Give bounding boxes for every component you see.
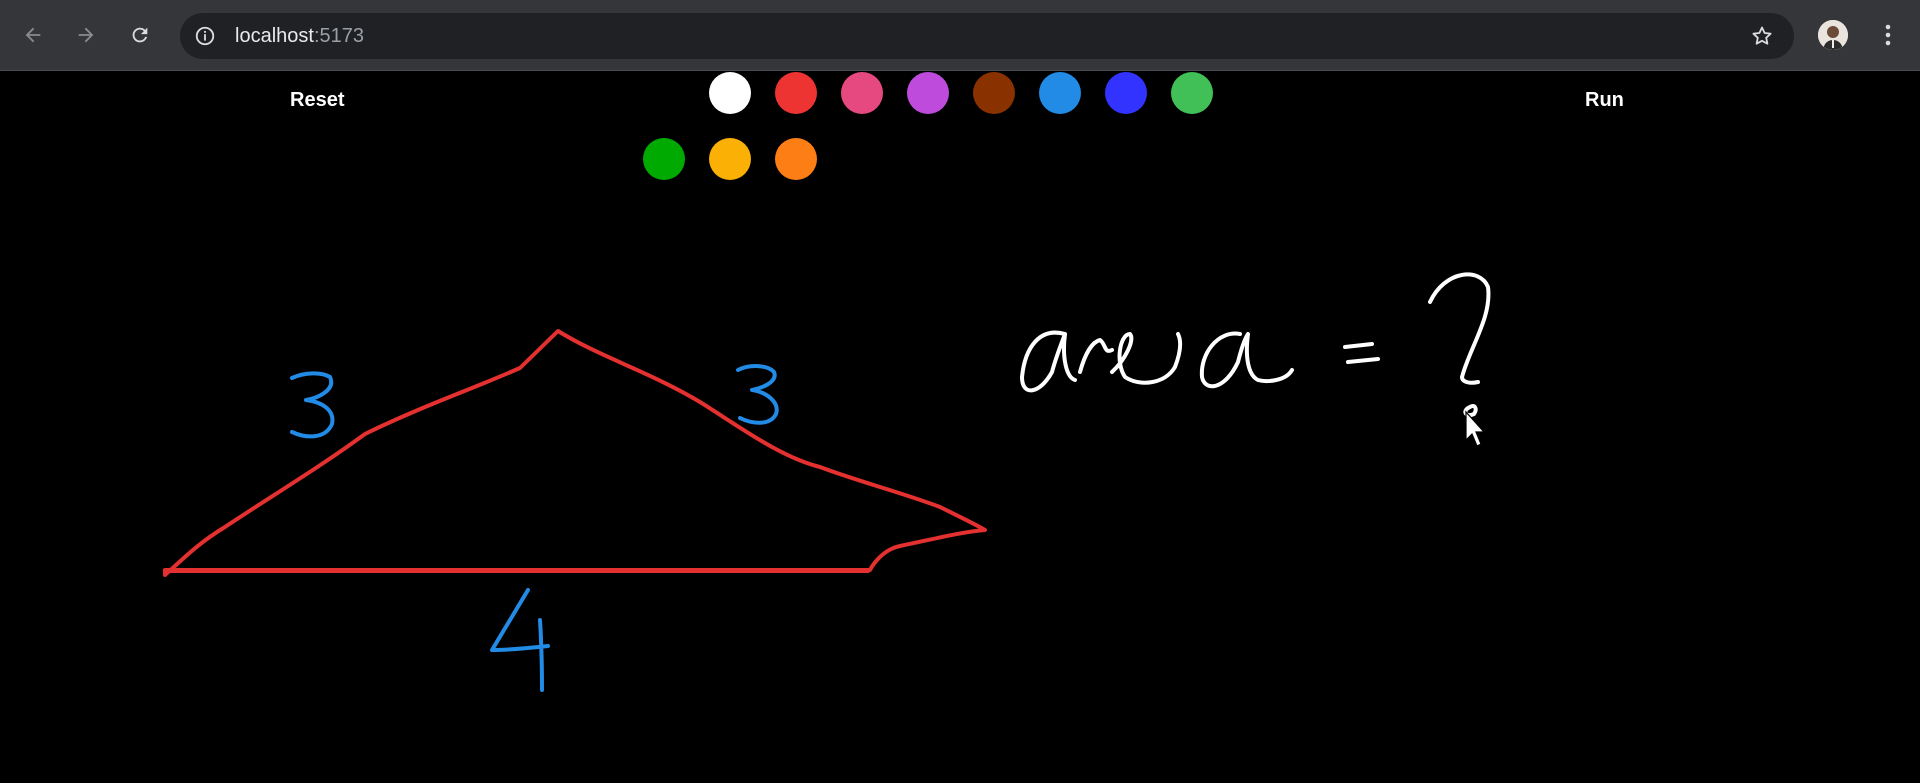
handwritten-equals-sign	[1343, 342, 1380, 364]
forward-button[interactable]	[68, 17, 104, 53]
drawing-canvas[interactable]	[0, 72, 1920, 783]
color-swatch[interactable]	[775, 72, 817, 114]
url-port: :5173	[313, 25, 364, 47]
color-swatch[interactable]	[643, 138, 685, 180]
handwritten-area-text	[1020, 330, 1294, 393]
arrow-right-icon	[78, 27, 94, 43]
triangle-stroke	[163, 329, 987, 577]
info-icon[interactable]	[194, 25, 216, 47]
color-swatch[interactable]	[841, 72, 883, 114]
label-3-left	[290, 371, 335, 439]
url-host: localhost	[235, 25, 314, 47]
browser-toolbar: localhost:5173	[0, 0, 1920, 71]
star-icon[interactable]	[1750, 24, 1774, 48]
color-swatch[interactable]	[775, 138, 817, 180]
color-swatch[interactable]	[1171, 72, 1213, 114]
handwritten-question-mark	[1428, 272, 1491, 418]
color-swatch[interactable]	[907, 72, 949, 114]
avatar[interactable]	[1818, 20, 1848, 50]
reset-button[interactable]: Reset	[290, 89, 344, 112]
label-3-right	[736, 364, 779, 425]
color-swatch[interactable]	[709, 138, 751, 180]
address-bar[interactable]: localhost:5173	[180, 13, 1794, 59]
kebab-menu-icon[interactable]	[1876, 20, 1900, 50]
profile-picture	[1818, 20, 1848, 50]
color-swatch[interactable]	[1105, 72, 1147, 114]
color-swatch[interactable]	[1039, 72, 1081, 114]
mouse-cursor	[1465, 410, 1486, 447]
color-swatch[interactable]	[973, 72, 1015, 114]
arrow-left-icon	[25, 27, 41, 43]
label-4-bottom	[490, 588, 550, 692]
reload-icon	[132, 27, 148, 43]
color-swatch[interactable]	[709, 72, 751, 114]
run-button[interactable]: Run	[1585, 89, 1624, 112]
url-text[interactable]: localhost:5173	[235, 25, 364, 48]
color-swatch[interactable]	[643, 72, 685, 114]
reload-button[interactable]	[122, 17, 158, 53]
back-button[interactable]	[15, 17, 51, 53]
drawing-app: Reset Run	[0, 72, 1920, 783]
